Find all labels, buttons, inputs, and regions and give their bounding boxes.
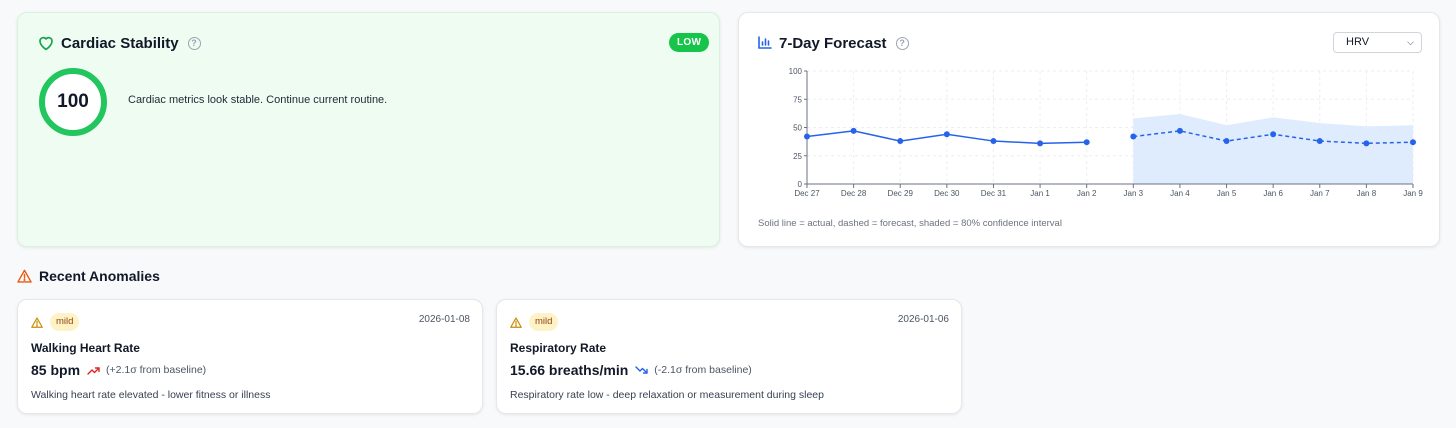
anomaly-value-row: 15.66 breaths/min (-2.1σ from baseline) (510, 362, 752, 378)
y-tick-label: 0 (798, 180, 803, 189)
forecast-point (1410, 139, 1416, 146)
anomaly-date: 2026-01-08 (418, 314, 470, 325)
forecast-point (1316, 138, 1323, 145)
anomaly-description: Walking heart rate elevated - lower fitn… (31, 389, 271, 401)
anomaly-date: 2026-01-06 (897, 314, 949, 325)
anomaly-deviation: (+2.1σ from baseline) (106, 364, 207, 376)
actual-point (990, 138, 997, 145)
confidence-band (1133, 113, 1413, 184)
forecast-point (1176, 127, 1183, 134)
forecast-point (1270, 131, 1277, 138)
x-tick-label: Jan 7 (1310, 189, 1330, 198)
x-tick-label: Jan 5 (1217, 189, 1237, 198)
risk-level-badge: LOW (669, 33, 710, 52)
forecast-point (1363, 140, 1370, 147)
x-tick-label: Jan 2 (1077, 189, 1097, 198)
anomaly-value: 15.66 breaths/min (510, 362, 629, 378)
trend-down-icon (635, 365, 648, 374)
x-tick-label: Dec 31 (981, 189, 1007, 198)
heart-icon (39, 36, 53, 51)
recent-anomalies-heading: Recent Anomalies (17, 268, 160, 284)
anomaly-metric-name: Walking Heart Rate (31, 341, 140, 355)
x-tick-label: Dec 30 (934, 189, 960, 198)
stability-score-value: 100 (57, 91, 89, 112)
forecast-title-text: 7-Day Forecast (779, 35, 887, 52)
anomaly-value-row: 85 bpm (+2.1σ from baseline) (31, 362, 206, 378)
forecast-chart: 0 25 50 75 100 Dec 27 Dec 28 Dec 29 Dec 30 Dec 31… (789, 67, 1424, 198)
chart-caption: Solid line = actual, dashed = forecast, … (758, 218, 1062, 229)
actual-point (943, 131, 950, 138)
bar-chart-icon (758, 36, 772, 49)
x-tick-label: Jan 8 (1357, 189, 1377, 198)
chevron-down-icon: ⌵ (1407, 37, 1414, 47)
forecast-point (1223, 138, 1230, 145)
anomaly-metric-name: Respiratory Rate (510, 341, 607, 355)
y-tick-label: 25 (793, 152, 802, 161)
warning-icon (31, 317, 43, 328)
severity-badge: mild (529, 313, 559, 331)
x-tick-label: Jan 4 (1170, 189, 1190, 198)
actual-point (804, 133, 810, 140)
forecast-card: 7-Day Forecast ? HRV ⌵ 0 25 50 75 100 Dec 27 D… (738, 12, 1440, 247)
anomaly-card[interactable]: mild 2026-01-08 Walking Heart Rate 85 bp… (17, 299, 483, 414)
anomaly-deviation: (-2.1σ from baseline) (654, 364, 752, 376)
warning-triangle-icon (17, 269, 32, 283)
x-tick-label: Jan 1 (1030, 189, 1050, 198)
stability-score-ring: 100 (39, 68, 107, 136)
cardiac-message: Cardiac metrics look stable. Continue cu… (128, 94, 388, 106)
actual-point (1037, 140, 1044, 147)
actual-point (850, 127, 857, 134)
actual-point (897, 138, 904, 145)
cardiac-stability-title: Cardiac Stability ? (61, 35, 201, 52)
y-tick-label: 100 (789, 67, 803, 76)
cardiac-stability-card: Cardiac Stability ? LOW 100 Cardiac metr… (17, 12, 720, 247)
cardiac-title-text: Cardiac Stability (61, 35, 179, 52)
trend-up-icon (87, 366, 100, 375)
y-tick-label: 50 (793, 124, 802, 133)
metric-select-value: HRV (1346, 36, 1370, 48)
actual-point (1083, 139, 1090, 146)
anomaly-value: 85 bpm (31, 362, 81, 378)
y-tick-label: 75 (793, 95, 802, 104)
anomaly-card[interactable]: mild 2026-01-06 Respiratory Rate 15.66 b… (496, 299, 962, 414)
forecast-title: 7-Day Forecast ? (779, 35, 909, 52)
recent-anomalies-title: Recent Anomalies (39, 268, 160, 284)
help-icon[interactable]: ? (187, 37, 201, 50)
x-tick-label: Dec 29 (888, 189, 914, 198)
forecast-point (1130, 133, 1137, 140)
x-tick-label: Jan 6 (1263, 189, 1283, 198)
x-tick-label: Dec 28 (841, 189, 867, 198)
metric-select[interactable]: HRV ⌵ (1333, 32, 1422, 53)
x-tick-label: Dec 27 (794, 189, 820, 198)
x-tick-label: Jan 3 (1124, 189, 1144, 198)
anomaly-description: Respiratory rate low - deep relaxation o… (510, 389, 824, 401)
help-icon[interactable]: ? (895, 37, 909, 50)
warning-icon (510, 317, 522, 328)
x-tick-label: Jan 9 (1403, 189, 1423, 198)
severity-badge: mild (50, 313, 80, 331)
